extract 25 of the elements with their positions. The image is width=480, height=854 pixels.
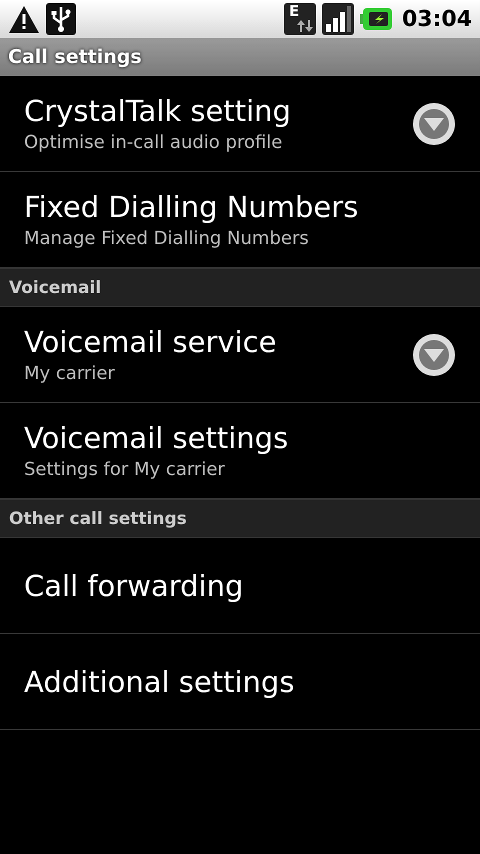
signal-icon <box>322 3 354 35</box>
item-title: Fixed Dialling Numbers <box>24 190 360 224</box>
item-summary: Settings for My carrier <box>24 459 226 480</box>
network-icon: E <box>284 3 316 35</box>
dropdown-icon <box>412 102 456 146</box>
item-summary: Manage Fixed Dialling Numbers <box>24 228 310 249</box>
screen-title: Call settings <box>8 46 142 68</box>
section-header: Voicemail <box>0 268 480 307</box>
settings-item[interactable]: Call forwarding <box>0 538 480 634</box>
settings-item[interactable]: Additional settings <box>0 634 480 730</box>
clock-time: 03:04 <box>402 6 472 32</box>
item-title: Call forwarding <box>24 568 244 602</box>
item-summary: My carrier <box>24 363 116 384</box>
item-summary: Optimise in-call audio profile <box>24 132 284 153</box>
dropdown-icon <box>412 332 456 376</box>
item-title: Additional settings <box>24 664 296 698</box>
section-header: Other call settings <box>0 499 480 538</box>
item-title: Voicemail service <box>24 325 278 359</box>
settings-item[interactable]: Voicemail service My carrier <box>0 307 480 403</box>
warning-icon <box>8 4 40 34</box>
settings-item[interactable]: CrystalTalk setting Optimise in-call audio profile <box>0 76 480 172</box>
item-title: CrystalTalk setting <box>24 94 292 128</box>
item-title: Voicemail settings <box>24 421 290 455</box>
battery-icon <box>360 7 392 31</box>
usb-icon <box>46 3 76 35</box>
